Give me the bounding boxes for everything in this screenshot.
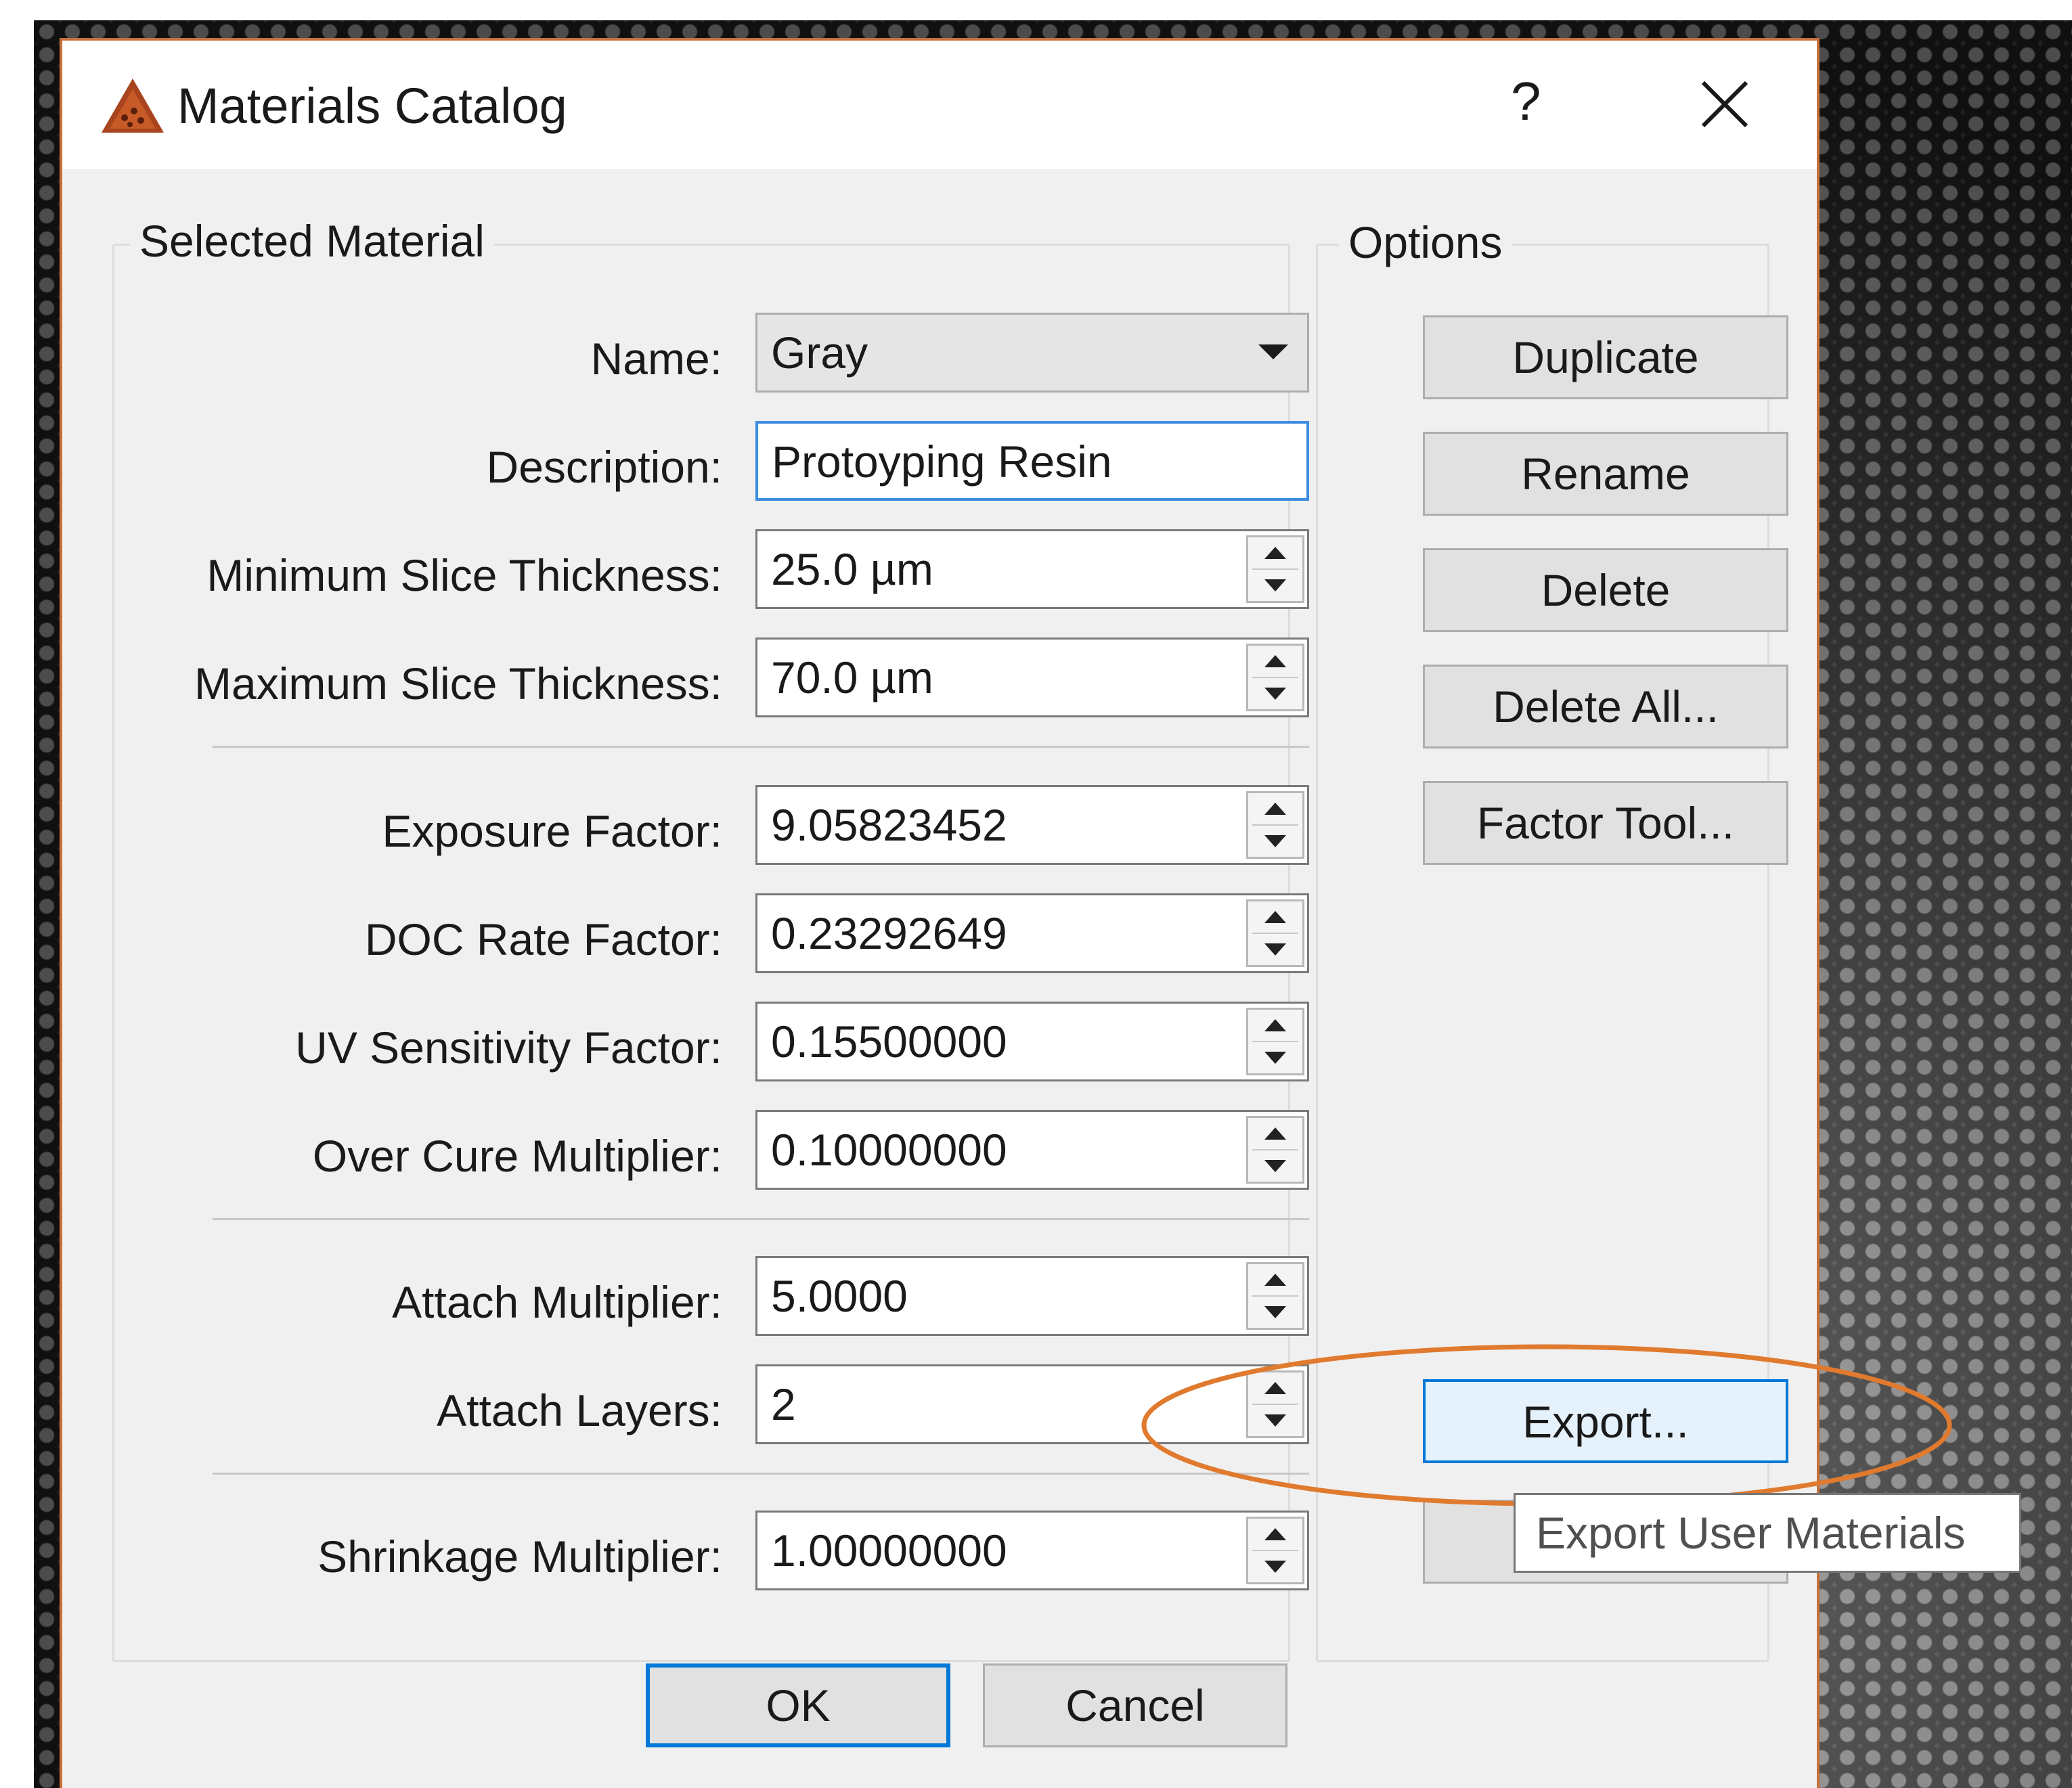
spin-arrows-icon[interactable] <box>1246 535 1304 603</box>
over-cure-label: Over Cure Multiplier: <box>312 1131 722 1181</box>
doc-rate-value: 0.23292649 <box>771 908 1007 958</box>
spin-arrows-icon[interactable] <box>1246 1008 1304 1075</box>
delete-all-button[interactable]: Delete All... <box>1423 665 1788 748</box>
title-bar: Materials Catalog ? <box>62 41 1817 169</box>
separator <box>213 1218 1309 1220</box>
doc-rate-spinbox[interactable]: 0.23292649 <box>755 893 1309 973</box>
min-slice-spinbox[interactable]: 25.0 µm <box>755 529 1309 609</box>
ok-button[interactable]: OK <box>646 1663 950 1747</box>
over-cure-value: 0.10000000 <box>771 1125 1007 1175</box>
rename-button[interactable]: Rename <box>1423 432 1788 516</box>
help-button[interactable]: ? <box>1511 70 1541 133</box>
spin-arrows-icon[interactable] <box>1246 1517 1304 1584</box>
factor-tool-button[interactable]: Factor Tool... <box>1423 781 1788 865</box>
max-slice-label: Maximum Slice Thickness: <box>194 658 722 709</box>
name-dropdown[interactable]: Gray <box>755 313 1309 393</box>
spin-arrows-icon[interactable] <box>1246 791 1304 859</box>
uv-sensitivity-value: 0.15500000 <box>771 1016 1007 1067</box>
description-input[interactable]: Protoyping Resin <box>755 421 1309 501</box>
options-label: Options <box>1339 217 1512 268</box>
export-tooltip: Export User Materials <box>1514 1493 2021 1573</box>
description-label: Description: <box>486 442 722 492</box>
selected-material-label: Selected Material <box>130 215 494 267</box>
min-slice-value: 25.0 µm <box>771 544 933 594</box>
cancel-button[interactable]: Cancel <box>983 1663 1287 1747</box>
doc-rate-label: DOC Rate Factor: <box>364 914 722 964</box>
spin-arrows-icon[interactable] <box>1246 899 1304 967</box>
annotation-ellipse <box>1141 1344 1952 1506</box>
attach-multiplier-value: 5.0000 <box>771 1271 908 1321</box>
attach-multiplier-label: Attach Multiplier: <box>392 1277 722 1327</box>
name-label: Name: <box>590 334 722 384</box>
spin-arrows-icon[interactable] <box>1246 1116 1304 1184</box>
separator <box>213 746 1309 748</box>
spin-arrows-icon[interactable] <box>1246 644 1304 711</box>
max-slice-spinbox[interactable]: 70.0 µm <box>755 638 1309 717</box>
uv-sensitivity-label: UV Sensitivity Factor: <box>295 1023 722 1073</box>
duplicate-button[interactable]: Duplicate <box>1423 315 1788 399</box>
close-icon[interactable] <box>1698 77 1752 131</box>
over-cure-spinbox[interactable]: 0.10000000 <box>755 1110 1309 1190</box>
chevron-down-icon <box>1258 344 1288 359</box>
shrinkage-spinbox[interactable]: 1.00000000 <box>755 1511 1309 1590</box>
uv-sensitivity-spinbox[interactable]: 0.15500000 <box>755 1002 1309 1081</box>
shrinkage-value: 1.00000000 <box>771 1525 1007 1575</box>
max-slice-value: 70.0 µm <box>771 652 933 702</box>
spin-arrows-icon[interactable] <box>1246 1262 1304 1330</box>
attach-layers-value: 2 <box>771 1379 796 1429</box>
name-value: Gray <box>771 328 868 378</box>
window-title: Materials Catalog <box>177 78 567 134</box>
delete-button[interactable]: Delete <box>1423 548 1788 632</box>
app-logo-icon <box>102 79 164 133</box>
attach-layers-label: Attach Layers: <box>437 1385 722 1435</box>
exposure-value: 9.05823452 <box>771 800 1007 850</box>
description-value: Protoyping Resin <box>772 437 1112 487</box>
attach-multiplier-spinbox[interactable]: 5.0000 <box>755 1256 1309 1336</box>
shrinkage-label: Shrinkage Multiplier: <box>317 1532 722 1582</box>
exposure-label: Exposure Factor: <box>382 806 722 856</box>
min-slice-label: Minimum Slice Thickness: <box>206 550 722 600</box>
exposure-spinbox[interactable]: 9.05823452 <box>755 785 1309 865</box>
